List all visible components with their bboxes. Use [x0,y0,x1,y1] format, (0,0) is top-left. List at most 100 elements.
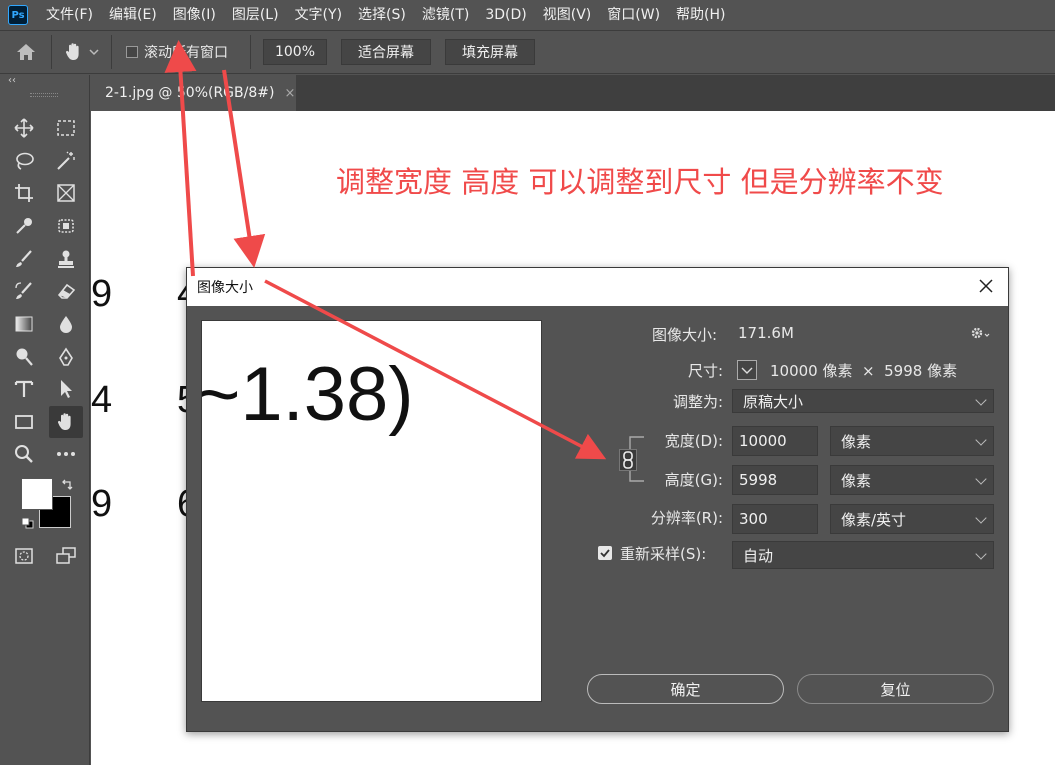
width-label: 宽度(D): [664,432,723,450]
swap-colors-icon[interactable] [60,478,74,492]
chevron-down-icon [975,434,987,446]
resample-dropdown[interactable]: 自动 [732,541,994,569]
quick-mask-button[interactable] [9,542,39,570]
eyedropper-tool[interactable] [9,212,39,240]
checkmark-icon [600,549,610,558]
image-size-value: 171.6M [738,324,794,342]
frame-icon [57,184,75,202]
menu-edit[interactable]: 编辑(E) [101,0,165,30]
width-unit-value: 像素 [841,432,872,451]
hand-icon [65,43,79,60]
resolution-input[interactable]: 300 [732,504,818,534]
close-icon [979,279,993,293]
document-tab[interactable]: 2-1.jpg @ 50%(RGB/8#) × [91,75,296,111]
stamp-icon [58,250,74,268]
blur-tool[interactable] [51,310,81,338]
menu-filter[interactable]: 滤镜(T) [414,0,477,30]
menu-layer[interactable]: 图层(L) [224,0,287,30]
dialog-title-bar[interactable]: 图像大小 [187,268,1008,306]
frame-tool[interactable] [51,179,81,207]
dialog-title: 图像大小 [197,280,253,296]
path-selection-tool[interactable] [51,375,81,403]
image-size-label: 图像大小: [651,326,717,344]
fit-to-value: 原稿大小 [743,392,804,411]
gear-icon[interactable] [970,325,990,341]
pen-tool[interactable] [51,343,81,371]
move-tool[interactable] [9,114,39,142]
gradient-tool[interactable] [9,310,39,338]
height-unit-dropdown[interactable]: 像素 [830,465,994,495]
width-input[interactable]: 10000 [732,426,818,456]
eraser-tool[interactable] [51,277,81,305]
dialog-close-button[interactable] [976,276,996,296]
hand-tool-preset[interactable] [52,35,112,69]
width-unit-dropdown[interactable]: 像素 [830,426,994,456]
ok-button[interactable]: 确定 [587,674,784,704]
crop-tool[interactable] [9,179,39,207]
menu-help[interactable]: 帮助(H) [668,0,733,30]
annotation-text: 调整宽度 高度 可以调整到尺寸 但是分辨率不变 [336,165,944,199]
home-button[interactable] [0,35,52,69]
photoshop-logo: Ps [8,5,28,25]
patch-tool[interactable] [51,212,81,240]
zoom-field[interactable]: 100% [263,39,327,65]
magnifier-icon [15,445,33,463]
screen-mode-button[interactable] [51,542,81,570]
chevron-down-icon [88,49,99,56]
marquee-tool[interactable] [51,114,81,142]
zoom-tool[interactable] [9,440,39,468]
resample-checkbox[interactable] [598,546,612,560]
lasso-tool[interactable] [9,147,39,175]
screen-mode-icon [56,547,76,564]
brush-tool[interactable] [9,245,39,273]
dodge-icon [16,348,33,366]
dimensions-toggle[interactable] [737,360,757,380]
canvas-digit: 9 [91,273,113,315]
constrain-proportions-button[interactable] [619,449,637,471]
history-brush-icon [15,282,32,299]
chevron-down-icon [975,548,987,560]
reset-button[interactable]: 复位 [797,674,994,704]
foreground-color-swatch[interactable] [21,478,53,510]
hand-tool[interactable] [49,406,83,438]
drop-icon [60,316,72,333]
menu-3d[interactable]: 3D(D) [477,0,534,30]
stamp-tool[interactable] [51,245,81,273]
tools-panel: ‹‹ [0,75,90,765]
menu-view[interactable]: 视图(V) [535,0,600,30]
history-brush-tool[interactable] [9,277,39,305]
menu-type[interactable]: 文字(Y) [287,0,350,30]
fit-screen-button[interactable]: 适合屏幕 [341,39,431,65]
height-label: 高度(G): [664,471,723,489]
resolution-unit-value: 像素/英寸 [841,510,907,529]
dodge-tool[interactable] [9,343,39,371]
magic-wand-icon [57,151,75,170]
height-unit-value: 像素 [841,471,872,490]
panel-grip[interactable] [30,93,58,97]
type-tool[interactable] [9,375,39,403]
chevron-down-icon [741,367,753,374]
document-tab-title: 2-1.jpg @ 50%(RGB/8#) [105,85,275,101]
menu-image[interactable]: 图像(I) [165,0,224,30]
default-colors-icon[interactable] [21,517,35,529]
height-input[interactable]: 5998 [732,465,818,495]
collapse-panel-button[interactable]: ‹‹ [8,75,16,86]
menu-file[interactable]: 文件(F) [38,0,101,30]
chevron-down-icon [975,512,987,524]
divider [250,35,251,69]
close-tab-icon[interactable]: × [284,86,295,101]
menu-select[interactable]: 选择(S) [350,0,414,30]
scroll-all-windows-option[interactable]: 滚动所有窗口 [126,42,228,62]
image-preview[interactable]: ~1.38) [201,320,542,702]
resolution-label: 分辨率(R): [650,509,723,527]
more-tools-button[interactable] [51,440,81,468]
fill-screen-button[interactable]: 填充屏幕 [445,39,535,65]
scroll-all-checkbox[interactable] [126,46,138,58]
menu-window[interactable]: 窗口(W) [599,0,668,30]
magic-wand-tool[interactable] [51,147,81,175]
resolution-unit-dropdown[interactable]: 像素/英寸 [830,504,994,534]
rectangle-tool[interactable] [9,408,39,436]
fit-to-dropdown[interactable]: 原稿大小 [732,389,994,413]
image-size-dialog: 图像大小 ~1.38) 图像大小: 171.6M 尺寸: 10000 像素 × … [186,267,1009,732]
document-tab-bar: 2-1.jpg @ 50%(RGB/8#) × [91,75,1055,111]
